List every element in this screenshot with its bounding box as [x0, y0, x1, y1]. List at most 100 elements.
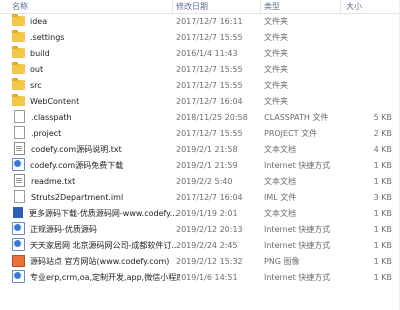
file-type: 文本文档: [264, 209, 296, 218]
file-row[interactable]: .classpath 2018/11/25 20:58 CLASSPATH 文件…: [0, 110, 400, 126]
file-name-cell: .settings: [12, 30, 180, 46]
file-date: 2019/2/24 2:45: [176, 241, 238, 250]
internet-shortcut-icon: [12, 238, 25, 251]
file-type: 文件夹: [264, 49, 288, 58]
file-size: 1 KB: [373, 241, 392, 250]
file-date: 2018/11/25 20:58: [176, 113, 248, 122]
file-type: IML 文件: [264, 193, 297, 202]
file-row[interactable]: 正规源码-优质源码 2019/2/12 20:13 Internet 快捷方式 …: [0, 222, 400, 238]
file-name-cell: .project: [12, 126, 180, 142]
file-row[interactable]: 专业erp,crm,oa,定制开发,app,微信小程序... 2019/1/6 …: [0, 270, 400, 286]
file-name-cell: 天天家居网 北京源码网公司-成都软件订...: [12, 238, 180, 254]
file-size: 2 KB: [373, 129, 392, 138]
file-size: 3 KB: [373, 193, 392, 202]
folder-icon: [12, 46, 25, 58]
file-row[interactable]: out 2017/12/7 15:55 文件夹: [0, 62, 400, 78]
column-header-bar: 名称 修改日期 类型 大小: [0, 0, 400, 14]
file-name-cell: 更多源码下载-优质源码网-www.codefy...: [12, 206, 180, 222]
file-date: 2019/2/12 15:32: [176, 257, 243, 266]
file-row[interactable]: Struts2Department.iml 2017/12/7 16:04 IM…: [0, 190, 400, 206]
file-row[interactable]: idea 2017/12/7 16:11 文件夹: [0, 14, 400, 30]
file-name-cell: idea: [12, 14, 180, 30]
file-date: 2017/12/7 16:11: [176, 17, 243, 26]
column-header-type[interactable]: 类型: [264, 1, 280, 12]
folder-icon: [12, 94, 25, 106]
file-row[interactable]: readme.txt 2019/2/2 5:40 文本文档 1 KB: [0, 174, 400, 190]
file-row[interactable]: 天天家居网 北京源码网公司-成都软件订... 2019/2/24 2:45 In…: [0, 238, 400, 254]
folder-icon: [12, 62, 25, 74]
column-divider[interactable]: [260, 0, 261, 13]
folder-icon: [12, 14, 25, 26]
file-name-cell: .classpath: [12, 110, 180, 126]
text-file-icon: [14, 142, 25, 155]
file-date: 2019/2/2 5:40: [176, 177, 233, 186]
file-icon: [14, 110, 25, 123]
file-name: 源码站点 官方网站(www.codefy.com): [30, 257, 170, 266]
file-row[interactable]: src 2017/12/7 15:55 文件夹: [0, 78, 400, 94]
file-name: readme.txt: [31, 177, 76, 186]
file-name-cell: src: [12, 78, 180, 94]
file-type: Internet 快捷方式: [264, 241, 331, 250]
file-name: out: [30, 65, 44, 74]
file-type: 文件夹: [264, 17, 288, 26]
file-size: 4 KB: [373, 145, 392, 154]
file-size: 1 KB: [373, 161, 392, 170]
file-name: 天天家居网 北京源码网公司-成都软件订...: [30, 241, 180, 250]
file-date: 2017/12/7 15:55: [176, 129, 243, 138]
file-size: 5 KB: [373, 113, 392, 122]
file-date: 2017/12/7 15:55: [176, 33, 243, 42]
file-type: CLASSPATH 文件: [264, 113, 329, 122]
folder-icon: [12, 30, 25, 42]
file-row[interactable]: codefy.com源码免费下载 2019/2/1 21:59 Internet…: [0, 158, 400, 174]
column-divider[interactable]: [172, 0, 173, 13]
file-name: src: [30, 81, 42, 90]
document-icon: [13, 207, 23, 218]
file-date: 2017/12/7 15:55: [176, 65, 243, 74]
file-name-cell: 源码站点 官方网站(www.codefy.com): [12, 254, 180, 270]
folder-icon: [12, 78, 25, 90]
file-type: Internet 快捷方式: [264, 225, 331, 234]
file-row[interactable]: .settings 2017/12/7 15:55 文件夹: [0, 30, 400, 46]
file-type: Internet 快捷方式: [264, 161, 331, 170]
file-size: 1 KB: [373, 225, 392, 234]
file-type: Internet 快捷方式: [264, 273, 331, 282]
file-row[interactable]: 更多源码下载-优质源码网-www.codefy... 2019/1/19 2:0…: [0, 206, 400, 222]
file-name: 正规源码-优质源码: [30, 225, 97, 234]
file-name: .project: [31, 129, 62, 138]
file-name-cell: codefy.com源码免费下载: [12, 158, 180, 174]
file-icon: [14, 126, 25, 139]
file-date: 2017/12/7 16:04: [176, 193, 243, 202]
file-name: codefy.com源码说明.txt: [31, 145, 122, 154]
text-file-icon: [14, 174, 25, 187]
internet-shortcut-icon: [12, 158, 25, 171]
file-name: idea: [30, 17, 48, 26]
file-name-cell: out: [12, 62, 180, 78]
column-header-size[interactable]: 大小: [346, 1, 362, 12]
file-date: 2019/1/19 2:01: [176, 209, 238, 218]
file-name: WebContent: [30, 97, 80, 106]
file-name: 更多源码下载-优质源码网-www.codefy...: [29, 209, 178, 218]
file-name: .settings: [30, 33, 65, 42]
file-row[interactable]: .project 2017/12/7 15:55 PROJECT 文件 2 KB: [0, 126, 400, 142]
file-row[interactable]: 源码站点 官方网站(www.codefy.com) 2019/2/12 15:3…: [0, 254, 400, 270]
column-divider[interactable]: [340, 0, 341, 13]
file-name: 专业erp,crm,oa,定制开发,app,微信小程序...: [30, 273, 180, 282]
file-date: 2017/12/7 16:04: [176, 97, 243, 106]
column-header-name[interactable]: 名称: [12, 1, 28, 12]
file-size: 1 KB: [373, 209, 392, 218]
file-icon: [14, 190, 25, 203]
file-name: Struts2Department.iml: [31, 193, 124, 202]
internet-shortcut-icon: [12, 270, 25, 283]
file-row[interactable]: build 2016/1/4 11:43 文件夹: [0, 46, 400, 62]
file-name-cell: readme.txt: [12, 174, 180, 190]
file-type: 文件夹: [264, 65, 288, 74]
file-name-cell: Struts2Department.iml: [12, 190, 180, 206]
file-row[interactable]: codefy.com源码说明.txt 2019/2/1 21:58 文本文档 4…: [0, 142, 400, 158]
file-row[interactable]: WebContent 2017/12/7 16:04 文件夹: [0, 94, 400, 110]
internet-shortcut-icon: [12, 222, 25, 235]
file-list: idea 2017/12/7 16:11 文件夹 .settings 2017/…: [0, 14, 400, 286]
column-header-date[interactable]: 修改日期: [176, 1, 208, 12]
file-name: build: [30, 49, 50, 58]
file-name-cell: build: [12, 46, 180, 62]
file-name-cell: WebContent: [12, 94, 180, 110]
